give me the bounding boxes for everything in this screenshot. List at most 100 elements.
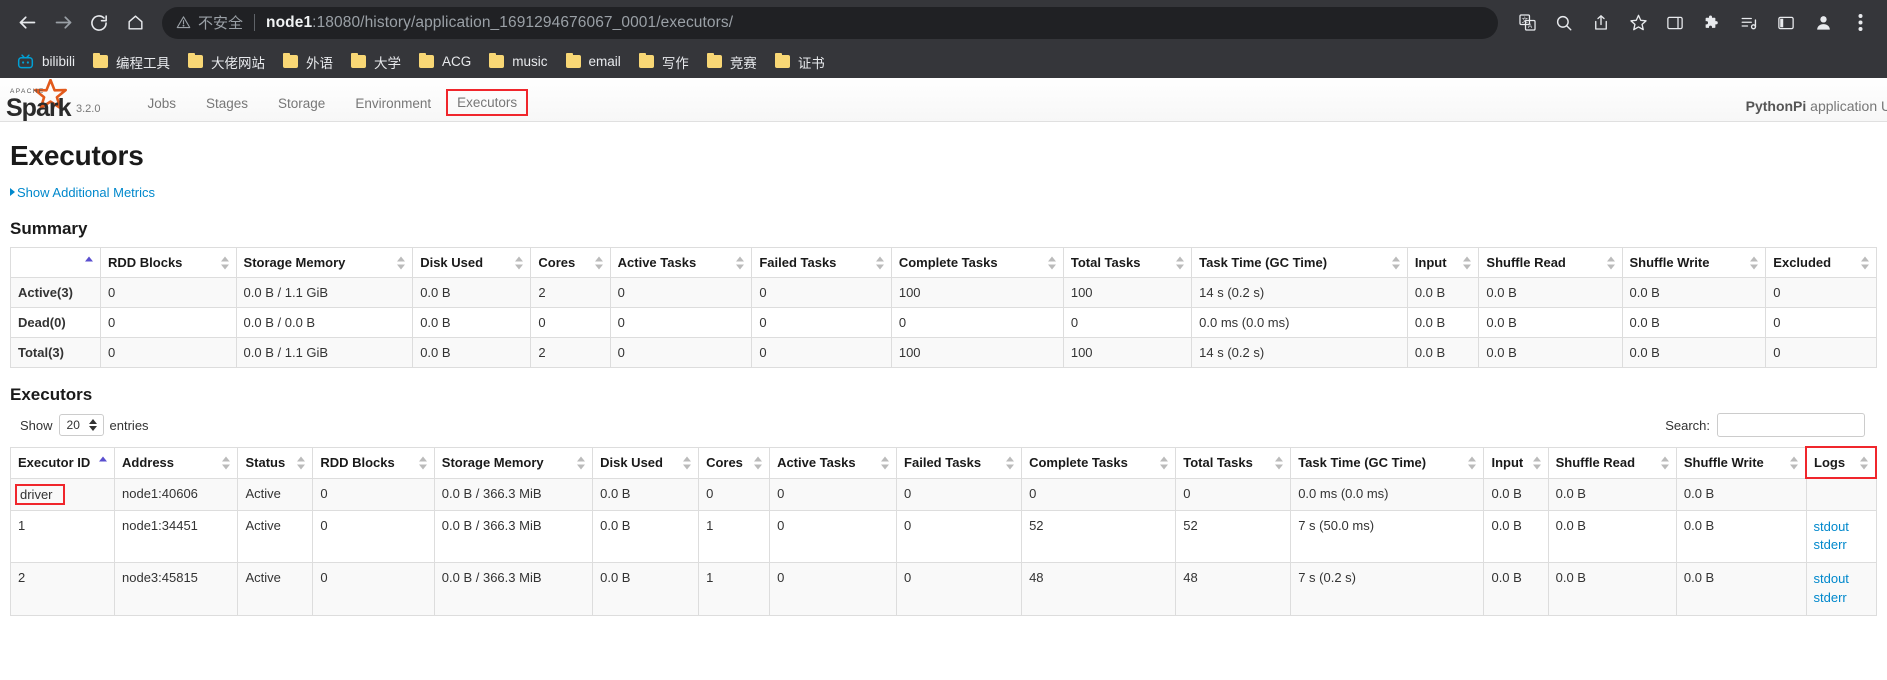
col-disk-used[interactable]: Disk Used	[592, 446, 700, 479]
sidepanel-icon[interactable]	[1658, 6, 1692, 40]
col-label: Shuffle Write	[1683, 455, 1764, 470]
summary-col-task-time[interactable]: Task Time (GC Time)	[1191, 247, 1408, 278]
browser-toolbar: 不安全 node1:18080/history/application_1691…	[0, 0, 1887, 45]
search-input[interactable]	[1717, 413, 1865, 437]
col-cores[interactable]: Cores	[698, 446, 771, 479]
summary-col-shuffle-write[interactable]: Shuffle Write	[1621, 247, 1767, 278]
stdout-link[interactable]: stdout	[1814, 518, 1868, 537]
search-icon[interactable]	[1547, 6, 1581, 40]
cell-task-time: 14 s (0.2 s)	[1191, 277, 1408, 308]
profile-avatar-icon[interactable]	[1806, 6, 1840, 40]
col-label: Task Time (GC Time)	[1199, 255, 1328, 270]
home-icon[interactable]	[118, 6, 152, 40]
executors-table: Executor ID Address Status RDD Blocks St…	[10, 446, 1877, 616]
bookmark-label: ACG	[442, 54, 472, 69]
cell-total-tasks: 100	[1062, 337, 1193, 368]
col-status[interactable]: Status	[237, 446, 314, 479]
bookmark-folder-6[interactable]: music	[480, 49, 556, 75]
stderr-link[interactable]: stderr	[1814, 589, 1868, 608]
col-failed-tasks[interactable]: Failed Tasks	[896, 446, 1023, 479]
cell-executor-id: 1	[10, 509, 115, 564]
summary-col-shuffle-read[interactable]: Shuffle Read	[1478, 247, 1623, 278]
cell-excluded: 0	[1765, 337, 1877, 368]
col-task-time[interactable]: Task Time (GC Time)	[1290, 446, 1485, 479]
col-rdd-blocks[interactable]: RDD Blocks	[312, 446, 435, 479]
cell-input: 0.0 B	[1406, 307, 1480, 338]
stdout-link[interactable]: stdout	[1814, 570, 1868, 589]
address-bar[interactable]: 不安全 node1:18080/history/application_1691…	[162, 6, 1498, 39]
cell-complete-tasks: 0	[1021, 477, 1177, 511]
cell-complete-tasks: 100	[890, 337, 1064, 368]
translate-icon[interactable]: 文A	[1510, 6, 1544, 40]
bookmark-folder-10[interactable]: 证书	[766, 49, 834, 75]
summary-col-complete-tasks[interactable]: Complete Tasks	[890, 247, 1064, 278]
omnibox-divider	[254, 14, 256, 31]
search-control: Search:	[1665, 413, 1877, 437]
executors-heading: Executors	[10, 385, 93, 404]
nav-tab-jobs[interactable]: Jobs	[132, 96, 191, 121]
spark-brand[interactable]: APACHE Spark 3.2.0	[0, 78, 100, 122]
col-input[interactable]: Input	[1483, 446, 1549, 479]
media-playlist-icon[interactable]	[1732, 6, 1766, 40]
summary-col-rdd-blocks[interactable]: RDD Blocks	[100, 247, 237, 278]
show-additional-metrics-toggle[interactable]: Show Additional Metrics	[10, 185, 155, 200]
bookmark-label: music	[512, 54, 548, 69]
cell-cores: 0	[530, 307, 611, 338]
more-menu-icon[interactable]	[1843, 6, 1877, 40]
back-arrow-icon[interactable]	[10, 6, 44, 40]
extensions-puzzle-icon[interactable]	[1695, 6, 1729, 40]
nav-tab-environment[interactable]: Environment	[340, 96, 446, 121]
share-icon[interactable]	[1584, 6, 1618, 40]
col-active-tasks[interactable]: Active Tasks	[769, 446, 898, 479]
executors-table-controls: Show 20 entries Search:	[10, 413, 1877, 437]
stderr-link[interactable]: stderr	[1814, 536, 1868, 555]
bookmark-folder-9[interactable]: 竞赛	[698, 49, 766, 75]
summary-col-storage-memory[interactable]: Storage Memory	[235, 247, 414, 278]
bookmark-bilibili[interactable]: bilibili	[8, 49, 84, 75]
svg-text:Spark: Spark	[6, 94, 72, 121]
bookmark-folder-1[interactable]: 编程工具	[84, 49, 179, 75]
col-complete-tasks[interactable]: Complete Tasks	[1021, 446, 1177, 479]
bookmark-folder-8[interactable]: 写作	[630, 49, 698, 75]
page-size-select-wrapper[interactable]: 20	[58, 414, 104, 436]
summary-col-blank[interactable]	[10, 247, 101, 278]
cell-task-time: 7 s (50.0 ms)	[1290, 509, 1485, 564]
nav-tab-executors[interactable]: Executors	[446, 89, 529, 116]
reload-icon[interactable]	[82, 6, 116, 40]
summary-col-active-tasks[interactable]: Active Tasks	[609, 247, 753, 278]
col-executor-id[interactable]: Executor ID	[10, 446, 115, 479]
cell-complete-tasks: 0	[890, 307, 1064, 338]
col-total-tasks[interactable]: Total Tasks	[1175, 446, 1292, 479]
col-address[interactable]: Address	[113, 446, 239, 479]
bookmark-star-icon[interactable]	[1621, 6, 1655, 40]
cell-complete-tasks: 100	[890, 277, 1064, 308]
nav-tab-storage[interactable]: Storage	[263, 96, 340, 121]
bookmark-folder-2[interactable]: 大佬网站	[179, 49, 274, 75]
col-shuffle-write[interactable]: Shuffle Write	[1675, 446, 1807, 479]
col-logs[interactable]: Logs	[1805, 446, 1877, 479]
col-storage-memory[interactable]: Storage Memory	[433, 446, 594, 479]
nav-tab-stages[interactable]: Stages	[191, 96, 263, 121]
summary-col-cores[interactable]: Cores	[530, 247, 611, 278]
executors-table-head: Executor ID Address Status RDD Blocks St…	[10, 446, 1877, 479]
bookmark-folder-7[interactable]: email	[557, 49, 630, 75]
bookmark-folder-4[interactable]: 大学	[342, 49, 410, 75]
cell-cores: 1	[698, 562, 771, 616]
col-shuffle-read[interactable]: Shuffle Read	[1547, 446, 1677, 479]
summary-col-disk-used[interactable]: Disk Used	[412, 247, 532, 278]
application-title-suffix: application UI	[1806, 98, 1887, 114]
page-size-select[interactable]: 20	[58, 414, 104, 436]
summary-heading: Summary	[10, 219, 88, 238]
svg-text:A: A	[1527, 23, 1532, 30]
bookmark-folder-3[interactable]: 外语	[274, 49, 342, 75]
forward-arrow-icon[interactable]	[46, 6, 80, 40]
cell-failed-tasks: 0	[896, 477, 1023, 511]
cell-shuffle-write: 0.0 B	[1675, 477, 1807, 511]
reading-list-icon[interactable]	[1769, 6, 1803, 40]
col-label: RDD Blocks	[320, 455, 395, 470]
summary-col-failed-tasks[interactable]: Failed Tasks	[751, 247, 892, 278]
summary-col-excluded[interactable]: Excluded	[1765, 247, 1877, 278]
summary-col-input[interactable]: Input	[1406, 247, 1480, 278]
summary-col-total-tasks[interactable]: Total Tasks	[1062, 247, 1193, 278]
bookmark-folder-5[interactable]: ACG	[410, 49, 480, 75]
